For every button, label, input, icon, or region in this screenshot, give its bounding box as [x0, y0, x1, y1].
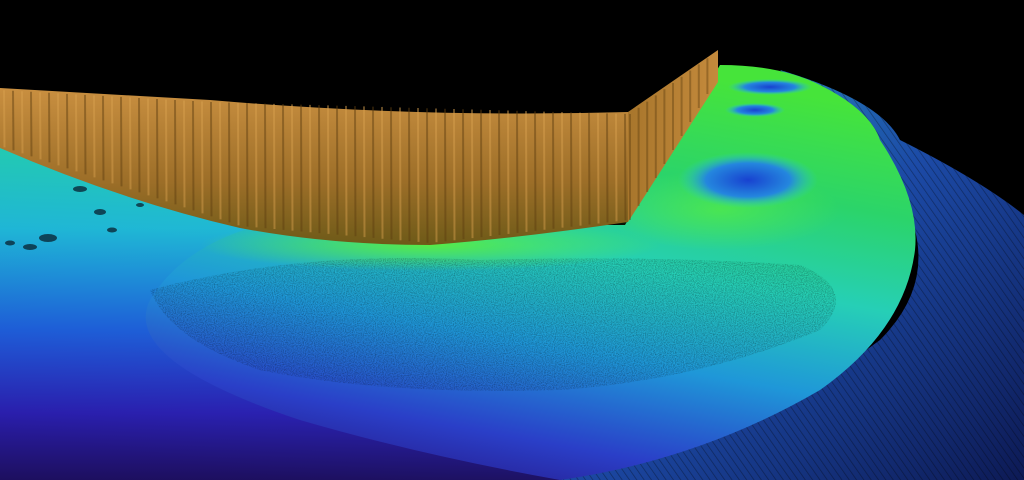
wall-pile [579, 112, 582, 226]
wall-pile [129, 97, 132, 190]
wall-pile [201, 101, 204, 214]
wall-pile [327, 105, 330, 234]
wall-pile [354, 106, 357, 237]
seabed-depression-upper [728, 79, 812, 95]
wall-pile [525, 111, 528, 232]
wall-pile [534, 111, 537, 231]
seabed-depression-large [678, 152, 818, 208]
wall-pile [489, 110, 492, 237]
wall-pile [165, 99, 168, 202]
wall-pile [336, 105, 339, 235]
wall-pile [48, 92, 51, 163]
wall-pile [426, 108, 429, 243]
wall-pile [21, 91, 24, 154]
seabed-depression-mid [725, 103, 785, 117]
wall-pile [111, 96, 114, 184]
wall-pile [561, 112, 564, 228]
wall-pile [408, 107, 411, 242]
wall-pile [66, 93, 69, 169]
wall-pile [399, 107, 402, 241]
wall-pile [93, 95, 96, 178]
wall-pile [273, 103, 276, 230]
wall-pile [264, 103, 267, 229]
wall-pile [39, 92, 42, 160]
wall-pile [12, 90, 15, 151]
wall-pile [453, 109, 456, 241]
wall-pile [471, 109, 474, 239]
wall-pile [3, 90, 6, 148]
wall-pile [507, 110, 510, 234]
wall-pile [291, 104, 294, 231]
wall-pile [228, 102, 231, 223]
wall-pile [282, 104, 285, 230]
wall-pile [417, 107, 420, 242]
wall-pile [309, 104, 312, 233]
wall-pile [606, 113, 609, 223]
wall-pile [615, 113, 618, 222]
wall-pile [480, 109, 483, 238]
wall-pile [516, 110, 519, 233]
wall-pile [300, 104, 303, 232]
bathymetry-point-cloud-render [0, 0, 1024, 480]
wall-pile [462, 109, 465, 240]
wall-pile [444, 108, 447, 242]
wall-pile [435, 108, 438, 243]
wall-pile [363, 106, 366, 238]
wall-pile [102, 95, 105, 181]
wall-pile [624, 113, 627, 221]
wall-pile [219, 102, 222, 220]
wall-pile [84, 94, 87, 175]
wall-pile [156, 98, 159, 199]
wall-pile [552, 111, 555, 229]
wall-pile [210, 102, 213, 217]
wall-pile [75, 94, 78, 172]
wall-pile [183, 100, 186, 208]
wall-pile [120, 96, 123, 187]
wall-pile [138, 97, 141, 193]
wall-pile [345, 105, 348, 236]
wall-pile [147, 98, 150, 196]
wall-pile [381, 106, 384, 239]
wall-pile [237, 102, 240, 226]
wall-pile [570, 112, 573, 227]
wall-pile [30, 91, 33, 157]
wall-pile [588, 112, 591, 225]
wall-pile [246, 103, 249, 227]
wall-pile [372, 106, 375, 238]
wall-pile [318, 105, 321, 234]
wall-pile [174, 99, 177, 205]
wall-pile [57, 93, 60, 166]
wall-pile [597, 113, 600, 224]
wall-pile [192, 101, 195, 211]
wall-pile [543, 111, 546, 230]
wall-pile [255, 103, 258, 228]
wall-pile [390, 107, 393, 240]
wall-pile [498, 110, 501, 235]
